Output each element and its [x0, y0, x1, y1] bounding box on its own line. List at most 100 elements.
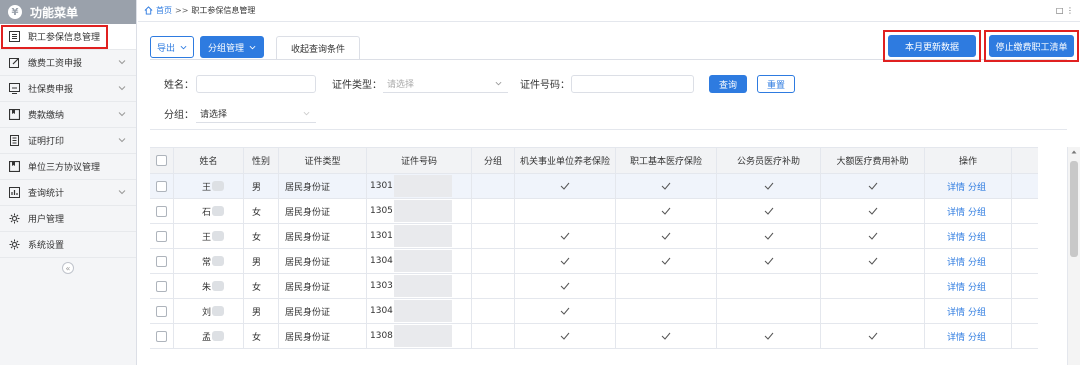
row-checkbox[interactable]: [156, 255, 167, 267]
check-icon: [560, 182, 570, 190]
sidebar-item[interactable]: 缴费工资申报: [0, 50, 136, 76]
group-link[interactable]: 分组: [968, 180, 986, 193]
sidebar-item[interactable]: 职工参保信息管理: [0, 24, 136, 50]
detail-link[interactable]: 详情: [947, 305, 965, 318]
reset-button[interactable]: 重置: [757, 75, 795, 93]
row-select-cell: [150, 199, 174, 223]
redacted-block: [212, 256, 225, 266]
group-select[interactable]: 请选择: [196, 105, 316, 123]
collapse-icon[interactable]: «: [62, 262, 74, 274]
group-manage-button[interactable]: 分组管理: [200, 36, 265, 58]
chevron-down-icon: [495, 81, 502, 86]
breadcrumb-home[interactable]: 首页: [156, 5, 172, 16]
row-checkbox[interactable]: [156, 180, 167, 192]
update-data-button[interactable]: 本月更新数据: [888, 35, 976, 57]
sidebar-title: 功能菜单: [30, 5, 79, 20]
detail-link[interactable]: 详情: [947, 205, 965, 218]
scrollbar-thumb[interactable]: [1070, 161, 1078, 257]
id-no-text: 1304: [370, 306, 393, 316]
id-no-input[interactable]: [571, 75, 694, 93]
id-no-text: 1304: [370, 256, 393, 266]
id-type-select[interactable]: 请选择: [383, 75, 508, 93]
row-checkbox[interactable]: [156, 280, 167, 292]
row-checkbox[interactable]: [156, 230, 167, 242]
id-no-label: 证件号码：: [520, 80, 570, 91]
redacted-block: [212, 181, 225, 191]
check-icon: [661, 207, 671, 215]
group-link[interactable]: 分组: [968, 330, 986, 343]
sidebar-item[interactable]: 费款缴纳: [0, 102, 136, 128]
row-checkbox[interactable]: [156, 330, 167, 342]
sidebar: ¥ 功能菜单 职工参保信息管理 缴费工资申报 社保费申报 费款缴纳证明打印单位三方协议…: [0, 0, 137, 365]
civil-subsidy-cell: [717, 224, 821, 248]
group-link[interactable]: 分组: [968, 255, 986, 268]
row-checkbox[interactable]: [156, 205, 167, 217]
id-type-cell: 居民身份证: [279, 274, 367, 298]
table-row[interactable]: 朱 女居民身份证 1303 详情 分组: [150, 274, 1038, 299]
sidebar-item-label: 证明打印: [28, 137, 65, 147]
medical-cell: [616, 274, 717, 298]
redacted-block: [393, 325, 452, 347]
group-cell: [472, 249, 515, 273]
gear-icon: [8, 239, 20, 251]
large-subsidy-cell: [821, 249, 925, 273]
column-header: 姓名: [174, 148, 244, 173]
group-link[interactable]: 分组: [968, 230, 986, 243]
sidebar-item[interactable]: 系统设置: [0, 232, 136, 258]
sidebar-item[interactable]: 社保费申报: [0, 76, 136, 102]
table-row[interactable]: 王 女居民身份证 1301 详情 分组: [150, 224, 1038, 249]
sidebar-item[interactable]: 证明打印: [0, 128, 136, 154]
sidebar-item[interactable]: 用户管理: [0, 206, 136, 232]
name-text: 刘: [202, 307, 212, 318]
group-link[interactable]: 分组: [968, 305, 986, 318]
pension-cell: [515, 274, 616, 298]
detail-link[interactable]: 详情: [947, 255, 965, 268]
civil-subsidy-cell: [717, 299, 821, 323]
row-checkbox[interactable]: [156, 305, 167, 317]
column-header: 职工基本医疗保险: [616, 148, 717, 173]
breadcrumb-current: 职工参保信息管理: [191, 6, 256, 15]
table-row[interactable]: 常 男居民身份证 1304 详情 分组: [150, 249, 1038, 274]
sidebar-item[interactable]: 单位三方协议管理: [0, 154, 136, 180]
sidebar-item[interactable]: 查询统计: [0, 180, 136, 206]
query-button[interactable]: 查询: [709, 75, 747, 93]
check-icon: [560, 232, 570, 240]
group-link[interactable]: 分组: [968, 280, 986, 293]
export-button[interactable]: 导出: [150, 36, 195, 58]
table-row[interactable]: 刘 男居民身份证 1304 详情 分组: [150, 299, 1038, 324]
detail-link[interactable]: 详情: [947, 230, 965, 243]
home-icon[interactable]: [144, 6, 153, 15]
name-cell: 王: [174, 174, 244, 198]
table-row[interactable]: 石 女居民身份证 1305 详情 分组: [150, 199, 1038, 224]
detail-link[interactable]: 详情: [947, 180, 965, 193]
row-select-cell: [150, 249, 174, 273]
stop-payment-button[interactable]: 停止缴费职工清单: [989, 35, 1074, 57]
scroll-up-icon[interactable]: [1071, 149, 1077, 155]
id-type-label: 证件类型：: [332, 80, 382, 91]
medical-cell: [616, 249, 717, 273]
select-all-checkbox[interactable]: [156, 155, 167, 166]
name-text: 王: [202, 232, 212, 243]
civil-subsidy-cell: [717, 199, 821, 223]
chevron-down-icon: [118, 138, 126, 143]
name-cell: 王: [174, 224, 244, 248]
chevron-down-icon: [249, 45, 256, 49]
civil-subsidy-cell: [717, 274, 821, 298]
gender-cell: 男: [244, 249, 279, 273]
sidebar-header: ¥ 功能菜单: [0, 0, 136, 24]
table-row[interactable]: 孟 女居民身份证 1308 详情 分组: [150, 324, 1038, 349]
insured-staff-table: 姓名 性别 证件类型 证件号码 分组 机关事业单位养老保险 职工基本医疗保险 公务员医疗补助大…: [150, 147, 1038, 349]
pension-cell: [515, 224, 616, 248]
detail-link[interactable]: 详情: [947, 330, 965, 343]
vertical-scrollbar[interactable]: [1067, 147, 1080, 365]
sidebar-collapse[interactable]: «: [0, 258, 136, 278]
window-controls[interactable]: □ ⋮: [1056, 6, 1074, 15]
gender-cell: 女: [244, 199, 279, 223]
detail-link[interactable]: 详情: [947, 280, 965, 293]
table-row[interactable]: 王 男居民身份证 1301 详情 分组: [150, 174, 1038, 199]
actions-cell: 详情 分组: [925, 224, 1012, 248]
group-link[interactable]: 分组: [968, 205, 986, 218]
tab-collapse-query[interactable]: 收起查询条件: [276, 36, 361, 60]
pension-cell: [515, 324, 616, 348]
name-input[interactable]: [196, 75, 316, 93]
